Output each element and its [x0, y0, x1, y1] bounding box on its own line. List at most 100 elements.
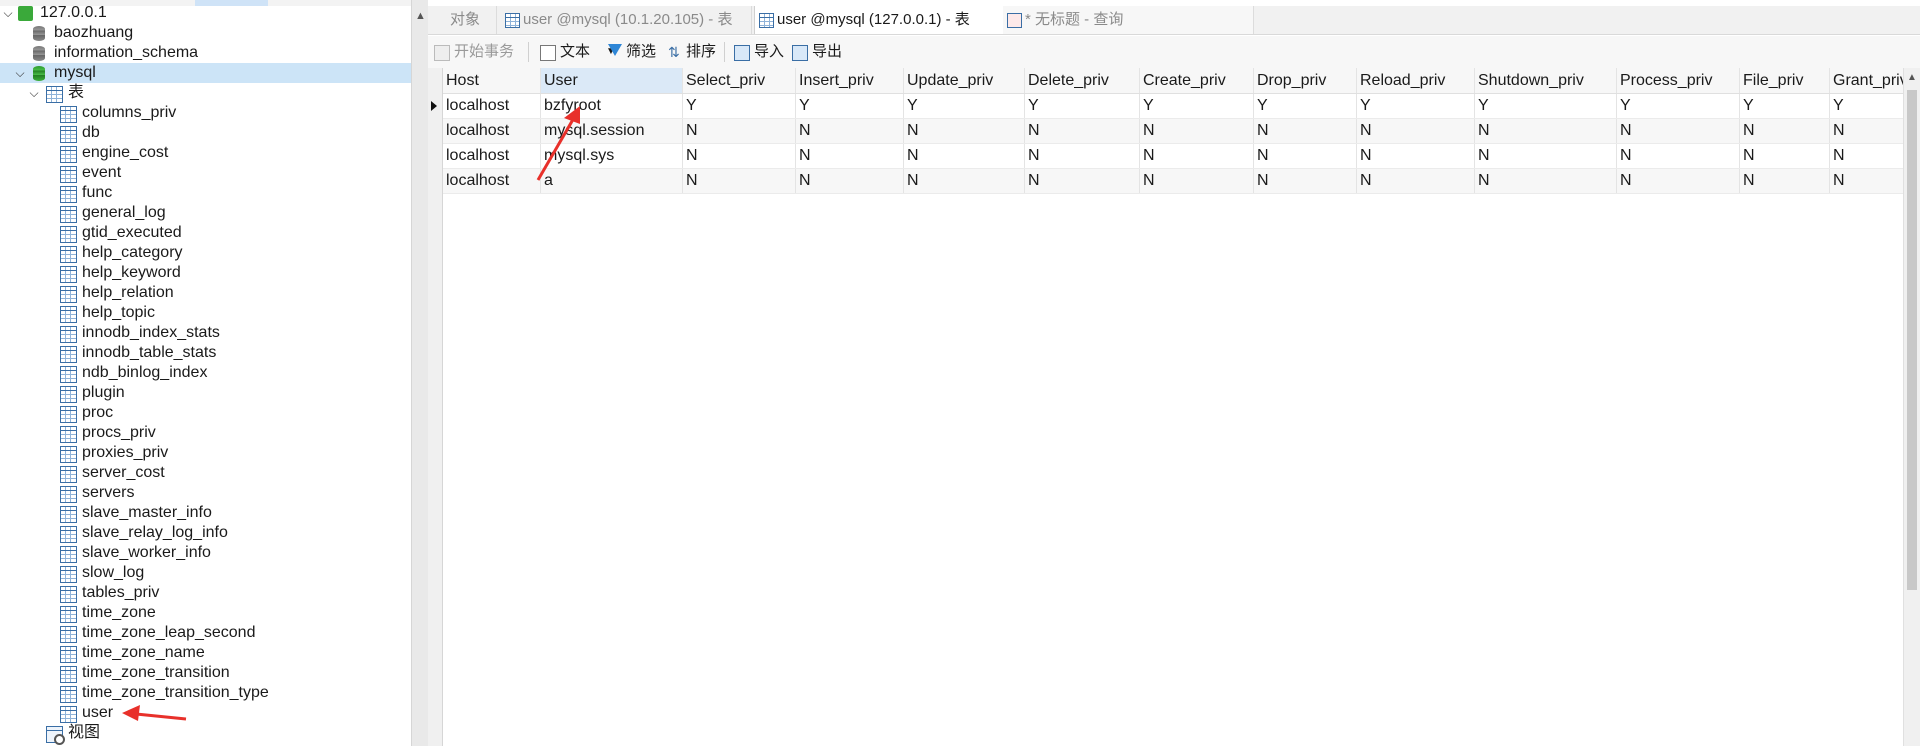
tree-node-table[interactable]: help_topic	[0, 303, 411, 323]
scroll-up-arrow-icon[interactable]: ▲	[1907, 72, 1917, 83]
tree-node-database[interactable]: information_schema	[0, 43, 411, 63]
tree-node-table[interactable]: servers	[0, 483, 411, 503]
table-cell[interactable]: a	[540, 168, 683, 194]
table-cell[interactable]: bzfyroot	[540, 93, 683, 119]
table-row[interactable]: localhost bzfyroot Y Y Y Y Y Y Y Y Y Y Y	[443, 93, 1920, 119]
tree-node-table[interactable]: help_relation	[0, 283, 411, 303]
table-cell[interactable]: N	[1356, 168, 1475, 194]
tree-node-table[interactable]: gtid_executed	[0, 223, 411, 243]
tree-node-table[interactable]: db	[0, 123, 411, 143]
table-cell[interactable]: N	[1024, 143, 1140, 169]
tree-node-table[interactable]: general_log	[0, 203, 411, 223]
tree-node-server[interactable]: ⌵ 127.0.0.1	[0, 3, 411, 23]
table-cell[interactable]: N	[1356, 143, 1475, 169]
table-cell[interactable]: N	[1616, 118, 1740, 144]
tree-node-table[interactable]: time_zone_transition	[0, 663, 411, 683]
tree-node-table[interactable]: procs_priv	[0, 423, 411, 443]
table-cell[interactable]: N	[1474, 143, 1617, 169]
tree-node-table[interactable]: func	[0, 183, 411, 203]
tree-node-views[interactable]: 视图	[0, 723, 411, 745]
table-cell[interactable]: N	[1474, 118, 1617, 144]
column-header[interactable]: Insert_priv	[795, 68, 904, 94]
column-header[interactable]: Delete_priv	[1024, 68, 1140, 94]
tree-node-tables[interactable]: ⌵ 表	[0, 83, 411, 103]
table-cell[interactable]: localhost	[443, 118, 541, 144]
tree-node-table[interactable]: help_keyword	[0, 263, 411, 283]
table-cell[interactable]: N	[795, 168, 904, 194]
tree-node-table[interactable]: innodb_table_stats	[0, 343, 411, 363]
tree-node-table[interactable]: tables_priv	[0, 583, 411, 603]
tab-untitled-query[interactable]: * 无标题 - 查询	[1003, 6, 1254, 34]
table-cell[interactable]: N	[1253, 143, 1357, 169]
table-cell[interactable]: Y	[1739, 93, 1830, 119]
scrollbar-thumb[interactable]	[1907, 90, 1917, 590]
table-cell[interactable]: N	[1139, 118, 1254, 144]
table-cell[interactable]: N	[1474, 168, 1617, 194]
column-header[interactable]: Reload_priv	[1356, 68, 1475, 94]
table-cell[interactable]: Y	[1024, 93, 1140, 119]
table-cell[interactable]: localhost	[443, 168, 541, 194]
table-cell[interactable]: N	[1024, 118, 1140, 144]
tab-objects[interactable]: 对象	[428, 6, 497, 34]
table-cell[interactable]: mysql.session	[540, 118, 683, 144]
table-cell[interactable]: N	[1739, 118, 1830, 144]
table-cell[interactable]: N	[1739, 143, 1830, 169]
panel-splitter[interactable]: ▲	[411, 0, 428, 746]
column-header[interactable]: Create_priv	[1139, 68, 1254, 94]
tree-node-table[interactable]: innodb_index_stats	[0, 323, 411, 343]
tree-node-table[interactable]: slow_log	[0, 563, 411, 583]
table-cell[interactable]: N	[1024, 168, 1140, 194]
table-cell[interactable]: N	[682, 143, 796, 169]
table-cell[interactable]: N	[1253, 118, 1357, 144]
table-cell[interactable]: N	[1739, 168, 1830, 194]
tree-node-table[interactable]: time_zone_leap_second	[0, 623, 411, 643]
expand-chevron-icon[interactable]	[28, 723, 40, 743]
table-cell[interactable]: N	[903, 118, 1025, 144]
table-cell[interactable]: Y	[1474, 93, 1617, 119]
tree-node-table[interactable]: server_cost	[0, 463, 411, 483]
tree-node-table[interactable]: engine_cost	[0, 143, 411, 163]
table-cell[interactable]: Y	[1356, 93, 1475, 119]
table-cell[interactable]: N	[795, 143, 904, 169]
tab-user-remote[interactable]: user @mysql (10.1.20.105) - 表	[501, 6, 752, 34]
tree-node-table[interactable]: proc	[0, 403, 411, 423]
tree-node-table[interactable]: time_zone_transition_type	[0, 683, 411, 703]
table-row[interactable]: localhost a N N N N N N N N N N N	[443, 168, 1920, 194]
vertical-scrollbar[interactable]: ▲	[1903, 68, 1920, 746]
table-row[interactable]: localhost mysql.sys N N N N N N N N N N N	[443, 143, 1920, 169]
table-cell[interactable]: N	[795, 118, 904, 144]
column-header[interactable]: Update_priv	[903, 68, 1025, 94]
tree-node-table[interactable]: columns_priv	[0, 103, 411, 123]
tree-node-database-mysql[interactable]: ⌵ mysql	[0, 63, 411, 83]
tree-node-table[interactable]: slave_worker_info	[0, 543, 411, 563]
table-cell[interactable]: Y	[1139, 93, 1254, 119]
table-cell[interactable]: localhost	[443, 143, 541, 169]
tree-node-table[interactable]: time_zone_name	[0, 643, 411, 663]
table-cell[interactable]: Y	[795, 93, 904, 119]
table-cell[interactable]: Y	[1616, 93, 1740, 119]
table-cell[interactable]: Y	[682, 93, 796, 119]
tree-node-table[interactable]: ndb_binlog_index	[0, 363, 411, 383]
tree-node-table[interactable]: slave_relay_log_info	[0, 523, 411, 543]
table-cell[interactable]: N	[682, 118, 796, 144]
tree-node-table[interactable]: proxies_priv	[0, 443, 411, 463]
tab-user-local[interactable]: user @mysql (127.0.0.1) - 表	[754, 6, 1004, 34]
table-cell[interactable]: N	[1139, 168, 1254, 194]
tree-node-table[interactable]: slave_master_info	[0, 503, 411, 523]
table-cell[interactable]: Y	[903, 93, 1025, 119]
table-cell[interactable]: N	[1356, 118, 1475, 144]
column-header[interactable]: Select_priv	[682, 68, 796, 94]
column-header[interactable]: Process_priv	[1616, 68, 1740, 94]
column-header[interactable]: Shutdown_priv	[1474, 68, 1617, 94]
collapse-chevron-icon[interactable]: ⌵	[28, 83, 40, 103]
table-cell[interactable]: localhost	[443, 93, 541, 119]
column-header[interactable]: User	[540, 68, 683, 94]
table-cell[interactable]: N	[1616, 168, 1740, 194]
tree-node-table[interactable]: user	[0, 703, 411, 723]
table-cell[interactable]: N	[903, 143, 1025, 169]
column-header[interactable]: File_priv	[1739, 68, 1830, 94]
collapse-chevron-icon[interactable]: ⌵	[14, 63, 26, 83]
table-cell[interactable]: N	[1139, 143, 1254, 169]
scroll-up-arrow-icon[interactable]: ▲	[415, 10, 426, 22]
table-cell[interactable]: Y	[1253, 93, 1357, 119]
